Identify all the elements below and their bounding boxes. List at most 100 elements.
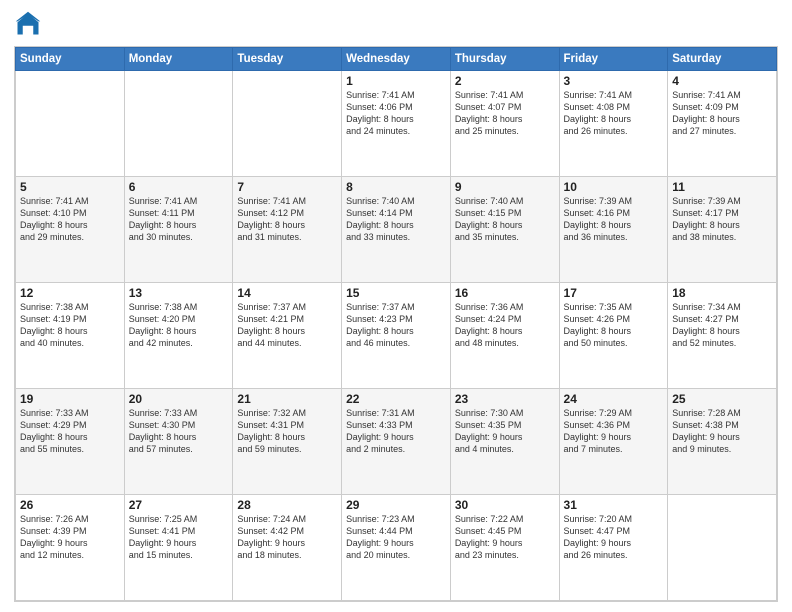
day-number: 16 <box>455 286 555 300</box>
day-info: Sunrise: 7:31 AM Sunset: 4:33 PM Dayligh… <box>346 407 446 456</box>
calendar-cell: 28Sunrise: 7:24 AM Sunset: 4:42 PM Dayli… <box>233 495 342 601</box>
weekday-header: Wednesday <box>342 48 451 71</box>
calendar-cell: 16Sunrise: 7:36 AM Sunset: 4:24 PM Dayli… <box>450 283 559 389</box>
calendar-cell: 4Sunrise: 7:41 AM Sunset: 4:09 PM Daylig… <box>668 71 777 177</box>
day-number: 4 <box>672 74 772 88</box>
day-info: Sunrise: 7:30 AM Sunset: 4:35 PM Dayligh… <box>455 407 555 456</box>
calendar-cell: 19Sunrise: 7:33 AM Sunset: 4:29 PM Dayli… <box>16 389 125 495</box>
calendar-cell: 17Sunrise: 7:35 AM Sunset: 4:26 PM Dayli… <box>559 283 668 389</box>
calendar-cell: 31Sunrise: 7:20 AM Sunset: 4:47 PM Dayli… <box>559 495 668 601</box>
logo <box>14 10 46 38</box>
calendar-cell: 2Sunrise: 7:41 AM Sunset: 4:07 PM Daylig… <box>450 71 559 177</box>
day-number: 9 <box>455 180 555 194</box>
day-info: Sunrise: 7:38 AM Sunset: 4:20 PM Dayligh… <box>129 301 229 350</box>
weekday-header: Friday <box>559 48 668 71</box>
day-number: 28 <box>237 498 337 512</box>
calendar-cell: 5Sunrise: 7:41 AM Sunset: 4:10 PM Daylig… <box>16 177 125 283</box>
day-info: Sunrise: 7:20 AM Sunset: 4:47 PM Dayligh… <box>564 513 664 562</box>
calendar-cell <box>124 71 233 177</box>
weekday-header: Tuesday <box>233 48 342 71</box>
calendar: SundayMondayTuesdayWednesdayThursdayFrid… <box>14 46 778 602</box>
day-info: Sunrise: 7:41 AM Sunset: 4:12 PM Dayligh… <box>237 195 337 244</box>
calendar-cell: 30Sunrise: 7:22 AM Sunset: 4:45 PM Dayli… <box>450 495 559 601</box>
calendar-cell: 26Sunrise: 7:26 AM Sunset: 4:39 PM Dayli… <box>16 495 125 601</box>
day-number: 23 <box>455 392 555 406</box>
day-info: Sunrise: 7:41 AM Sunset: 4:07 PM Dayligh… <box>455 89 555 138</box>
calendar-cell: 29Sunrise: 7:23 AM Sunset: 4:44 PM Dayli… <box>342 495 451 601</box>
weekday-header: Monday <box>124 48 233 71</box>
calendar-cell: 6Sunrise: 7:41 AM Sunset: 4:11 PM Daylig… <box>124 177 233 283</box>
day-number: 26 <box>20 498 120 512</box>
day-info: Sunrise: 7:39 AM Sunset: 4:16 PM Dayligh… <box>564 195 664 244</box>
day-info: Sunrise: 7:37 AM Sunset: 4:21 PM Dayligh… <box>237 301 337 350</box>
day-number: 5 <box>20 180 120 194</box>
day-info: Sunrise: 7:38 AM Sunset: 4:19 PM Dayligh… <box>20 301 120 350</box>
day-info: Sunrise: 7:33 AM Sunset: 4:30 PM Dayligh… <box>129 407 229 456</box>
calendar-cell: 3Sunrise: 7:41 AM Sunset: 4:08 PM Daylig… <box>559 71 668 177</box>
day-number: 18 <box>672 286 772 300</box>
day-number: 15 <box>346 286 446 300</box>
day-info: Sunrise: 7:32 AM Sunset: 4:31 PM Dayligh… <box>237 407 337 456</box>
day-info: Sunrise: 7:40 AM Sunset: 4:14 PM Dayligh… <box>346 195 446 244</box>
calendar-cell: 10Sunrise: 7:39 AM Sunset: 4:16 PM Dayli… <box>559 177 668 283</box>
calendar-cell <box>233 71 342 177</box>
day-info: Sunrise: 7:23 AM Sunset: 4:44 PM Dayligh… <box>346 513 446 562</box>
day-info: Sunrise: 7:37 AM Sunset: 4:23 PM Dayligh… <box>346 301 446 350</box>
day-number: 2 <box>455 74 555 88</box>
calendar-cell: 21Sunrise: 7:32 AM Sunset: 4:31 PM Dayli… <box>233 389 342 495</box>
day-number: 27 <box>129 498 229 512</box>
weekday-header: Saturday <box>668 48 777 71</box>
calendar-cell: 20Sunrise: 7:33 AM Sunset: 4:30 PM Dayli… <box>124 389 233 495</box>
day-info: Sunrise: 7:41 AM Sunset: 4:08 PM Dayligh… <box>564 89 664 138</box>
header <box>14 10 778 38</box>
day-number: 3 <box>564 74 664 88</box>
day-number: 1 <box>346 74 446 88</box>
weekday-header: Sunday <box>16 48 125 71</box>
day-number: 7 <box>237 180 337 194</box>
day-info: Sunrise: 7:41 AM Sunset: 4:09 PM Dayligh… <box>672 89 772 138</box>
day-number: 19 <box>20 392 120 406</box>
calendar-cell: 12Sunrise: 7:38 AM Sunset: 4:19 PM Dayli… <box>16 283 125 389</box>
day-number: 17 <box>564 286 664 300</box>
day-info: Sunrise: 7:40 AM Sunset: 4:15 PM Dayligh… <box>455 195 555 244</box>
day-number: 6 <box>129 180 229 194</box>
calendar-cell: 24Sunrise: 7:29 AM Sunset: 4:36 PM Dayli… <box>559 389 668 495</box>
day-number: 24 <box>564 392 664 406</box>
calendar-cell: 11Sunrise: 7:39 AM Sunset: 4:17 PM Dayli… <box>668 177 777 283</box>
day-number: 29 <box>346 498 446 512</box>
logo-icon <box>14 10 42 38</box>
day-number: 12 <box>20 286 120 300</box>
calendar-cell: 18Sunrise: 7:34 AM Sunset: 4:27 PM Dayli… <box>668 283 777 389</box>
calendar-cell <box>16 71 125 177</box>
calendar-cell: 9Sunrise: 7:40 AM Sunset: 4:15 PM Daylig… <box>450 177 559 283</box>
day-number: 22 <box>346 392 446 406</box>
calendar-cell: 14Sunrise: 7:37 AM Sunset: 4:21 PM Dayli… <box>233 283 342 389</box>
calendar-cell: 7Sunrise: 7:41 AM Sunset: 4:12 PM Daylig… <box>233 177 342 283</box>
day-number: 11 <box>672 180 772 194</box>
day-info: Sunrise: 7:36 AM Sunset: 4:24 PM Dayligh… <box>455 301 555 350</box>
day-info: Sunrise: 7:24 AM Sunset: 4:42 PM Dayligh… <box>237 513 337 562</box>
calendar-cell: 13Sunrise: 7:38 AM Sunset: 4:20 PM Dayli… <box>124 283 233 389</box>
day-info: Sunrise: 7:28 AM Sunset: 4:38 PM Dayligh… <box>672 407 772 456</box>
calendar-cell: 8Sunrise: 7:40 AM Sunset: 4:14 PM Daylig… <box>342 177 451 283</box>
day-number: 13 <box>129 286 229 300</box>
calendar-cell: 15Sunrise: 7:37 AM Sunset: 4:23 PM Dayli… <box>342 283 451 389</box>
day-number: 25 <box>672 392 772 406</box>
calendar-cell: 22Sunrise: 7:31 AM Sunset: 4:33 PM Dayli… <box>342 389 451 495</box>
day-number: 30 <box>455 498 555 512</box>
calendar-cell: 1Sunrise: 7:41 AM Sunset: 4:06 PM Daylig… <box>342 71 451 177</box>
day-number: 20 <box>129 392 229 406</box>
main-container: SundayMondayTuesdayWednesdayThursdayFrid… <box>0 0 792 612</box>
day-number: 31 <box>564 498 664 512</box>
calendar-cell <box>668 495 777 601</box>
day-info: Sunrise: 7:35 AM Sunset: 4:26 PM Dayligh… <box>564 301 664 350</box>
day-info: Sunrise: 7:29 AM Sunset: 4:36 PM Dayligh… <box>564 407 664 456</box>
calendar-cell: 23Sunrise: 7:30 AM Sunset: 4:35 PM Dayli… <box>450 389 559 495</box>
day-info: Sunrise: 7:25 AM Sunset: 4:41 PM Dayligh… <box>129 513 229 562</box>
day-info: Sunrise: 7:22 AM Sunset: 4:45 PM Dayligh… <box>455 513 555 562</box>
calendar-cell: 27Sunrise: 7:25 AM Sunset: 4:41 PM Dayli… <box>124 495 233 601</box>
calendar-cell: 25Sunrise: 7:28 AM Sunset: 4:38 PM Dayli… <box>668 389 777 495</box>
day-number: 10 <box>564 180 664 194</box>
day-info: Sunrise: 7:41 AM Sunset: 4:06 PM Dayligh… <box>346 89 446 138</box>
weekday-header: Thursday <box>450 48 559 71</box>
